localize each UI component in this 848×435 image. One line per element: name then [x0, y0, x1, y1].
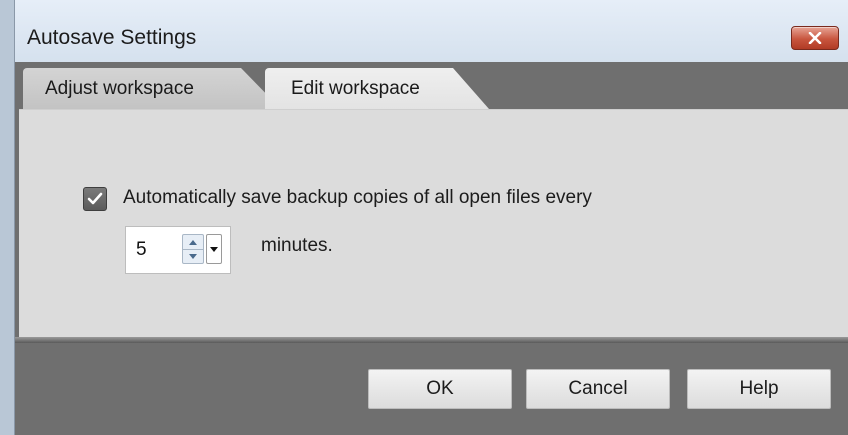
tab-edit-workspace-label: Edit workspace [291, 77, 420, 99]
arrow-down-icon [189, 253, 197, 259]
autosave-dialog: Autosave Settings Adjust workspace Edit … [14, 0, 848, 435]
cancel-button[interactable]: Cancel [526, 369, 670, 409]
dialog-title: Autosave Settings [27, 26, 197, 49]
settings-panel: Automatically save backup copies of all … [19, 109, 848, 338]
autosave-checkbox[interactable] [83, 187, 107, 211]
interval-unit-label: minutes. [261, 235, 333, 256]
spin-down-button[interactable] [183, 249, 203, 263]
tab-strip: Adjust workspace Edit workspace [15, 62, 848, 109]
ok-button[interactable]: OK [368, 369, 512, 409]
interval-stepper[interactable]: 5 [125, 226, 231, 274]
checkmark-icon [87, 192, 103, 205]
spin-up-button[interactable] [183, 235, 203, 250]
tab-edit-workspace[interactable]: Edit workspace [265, 68, 489, 109]
arrow-up-icon [189, 239, 197, 245]
spin-buttons [182, 234, 204, 264]
tab-adjust-workspace-label: Adjust workspace [45, 77, 194, 99]
help-button[interactable]: Help [687, 369, 831, 409]
tab-adjust-workspace[interactable]: Adjust workspace [23, 68, 281, 109]
button-bar: OK Cancel Help [15, 343, 848, 435]
interval-value[interactable]: 5 [136, 239, 147, 261]
close-button[interactable] [791, 26, 839, 50]
chevron-down-icon [210, 246, 218, 252]
autosave-checkbox-label[interactable]: Automatically save backup copies of all … [123, 187, 592, 209]
title-bar[interactable]: Autosave Settings [15, 0, 848, 63]
close-icon [808, 32, 822, 44]
interval-dropdown-button[interactable] [206, 234, 222, 264]
